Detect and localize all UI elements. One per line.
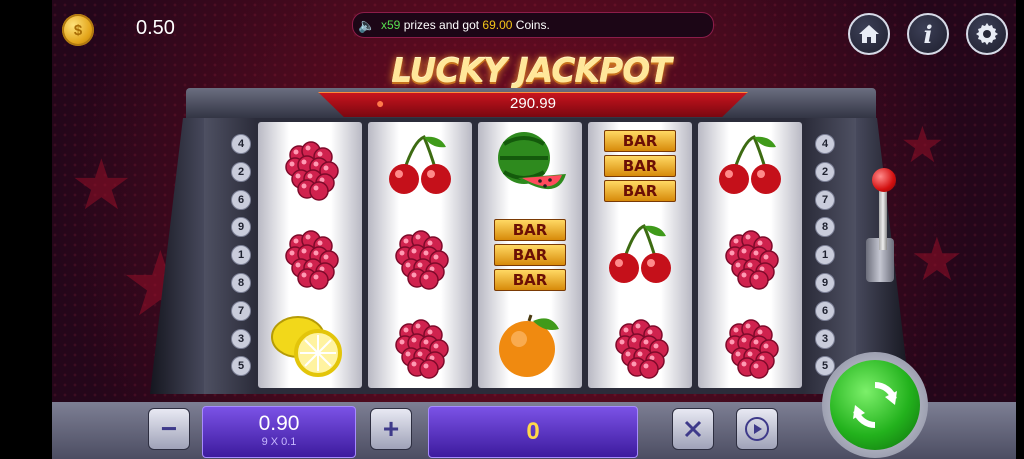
payline-marker: 2 <box>231 161 251 182</box>
bar-tile: BAR <box>604 130 676 152</box>
symbol-lemon <box>258 300 362 388</box>
background-star: ★ <box>70 146 133 224</box>
lightning-icon <box>684 420 702 438</box>
symbol-raspberry <box>588 300 692 388</box>
symbol-bar: BAR BAR BAR <box>588 122 692 210</box>
home-button[interactable] <box>848 13 890 55</box>
bar-tile: BAR <box>494 269 566 291</box>
bet-detail: 9 X 0.1 <box>261 436 297 448</box>
balance-value: 0.50 <box>136 17 175 39</box>
turbo-button[interactable] <box>672 408 714 450</box>
reel-4: BAR BAR BAR <box>588 122 692 388</box>
payline-marker: 9 <box>815 273 835 293</box>
symbol-watermelon <box>478 122 582 210</box>
bar-tile: BAR <box>494 219 566 241</box>
win-display: 0 <box>428 406 638 458</box>
game-screen: ★ ★ ★ ★ $ 0.50 🔈 x59 prizes and got 69.0… <box>0 0 1024 459</box>
reel-3: BAR BAR BAR <box>478 122 582 388</box>
payline-marker: 4 <box>231 134 251 154</box>
symbol-raspberry <box>368 211 472 299</box>
payline-marker: 3 <box>815 328 835 349</box>
payline-marker: 8 <box>231 273 251 293</box>
ticker-suffix: Coins. <box>512 18 550 32</box>
lever-rod[interactable] <box>879 190 887 250</box>
decrease-bet-button[interactable]: − <box>148 408 190 450</box>
coin-icon: $ <box>62 14 94 46</box>
reel-5 <box>698 122 802 388</box>
game-title: LUCKY JACKPOT <box>391 50 672 90</box>
symbol-raspberry <box>258 211 362 299</box>
left-letterbox <box>0 0 52 459</box>
symbol-raspberry <box>698 300 802 388</box>
ticker-multiplier: x59 <box>381 18 401 32</box>
payline-marker: 2 <box>815 161 835 182</box>
right-letterbox <box>1016 0 1024 459</box>
bar-tile: BAR <box>604 180 676 202</box>
payline-marker: 4 <box>815 134 835 154</box>
reel-2 <box>368 122 472 388</box>
payline-marker: 6 <box>231 189 251 210</box>
play-icon <box>745 417 769 441</box>
autoplay-button[interactable] <box>736 408 778 450</box>
spin-button[interactable] <box>830 360 920 450</box>
settings-button[interactable] <box>966 13 1008 55</box>
jackpot-value: 290.99 <box>510 95 556 112</box>
symbol-bar: BAR BAR BAR <box>478 211 582 299</box>
background-star: ★ <box>900 117 945 173</box>
symbol-raspberry <box>698 211 802 299</box>
payline-marker: 3 <box>231 328 251 349</box>
payline-marker: 7 <box>231 300 251 321</box>
symbol-cherry <box>368 122 472 210</box>
symbol-orange <box>478 300 582 388</box>
bar-tile: BAR <box>494 244 566 266</box>
info-button[interactable]: i <box>907 13 949 55</box>
ticker-amount: 69.00 <box>482 18 513 32</box>
ticker-text: prizes and got <box>400 18 483 32</box>
background-star: ★ <box>910 226 964 293</box>
symbol-raspberry <box>258 122 362 210</box>
refresh-icon <box>853 382 897 428</box>
gear-icon <box>976 23 998 45</box>
payline-marker: 6 <box>815 300 835 321</box>
increase-bet-button[interactable]: + <box>370 408 412 450</box>
lever-knob[interactable] <box>872 168 896 192</box>
info-icon: i <box>923 19 933 49</box>
bet-display: 0.90 9 X 0.1 <box>202 406 356 458</box>
bet-value: 0.90 <box>258 412 300 435</box>
home-icon <box>859 25 879 43</box>
symbol-cherry <box>588 211 692 299</box>
symbol-cherry <box>698 122 802 210</box>
bar-tile: BAR <box>604 155 676 177</box>
symbol-raspberry <box>368 300 472 388</box>
speaker-icon: 🔈 <box>358 16 376 33</box>
prize-ticker: 🔈 x59 prizes and got 69.00 Coins. <box>352 12 714 38</box>
reel-1 <box>258 122 362 388</box>
payline-marker: 7 <box>815 189 835 210</box>
